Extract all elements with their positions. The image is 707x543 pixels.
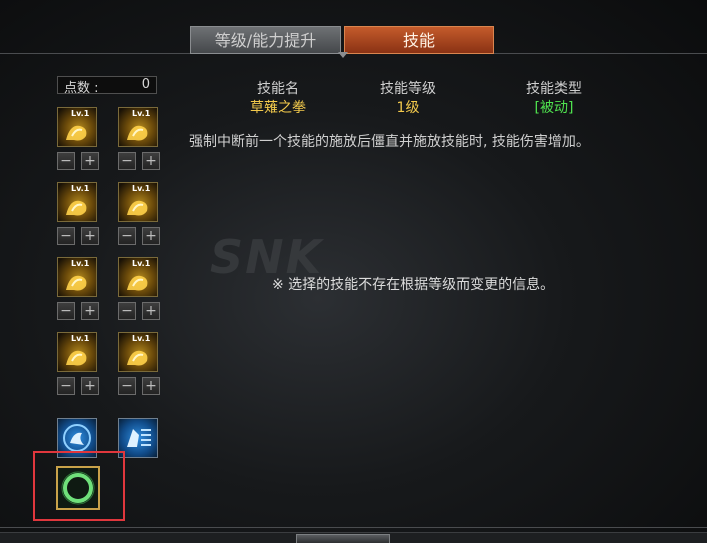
skill-points: 点数 : 0 [57, 76, 157, 96]
header-skill-type: 技能类型 [526, 81, 582, 97]
fist-skill-icon[interactable]: Lv.1 [118, 257, 158, 297]
skill-name-value: 草薙之拳 [250, 100, 306, 116]
skill-decrease-button[interactable]: − [118, 152, 136, 170]
skill-decrease-button[interactable]: − [118, 302, 136, 320]
header-skill-name: 技能名 [257, 81, 299, 97]
skill-points-label: 点数 : [64, 81, 99, 96]
skill-increase-button[interactable]: + [81, 377, 99, 395]
skill-decrease-button[interactable]: − [118, 377, 136, 395]
skill-increase-button[interactable]: + [81, 152, 99, 170]
skill-increase-button[interactable]: + [142, 302, 160, 320]
skill-increase-button[interactable]: + [81, 227, 99, 245]
skill-decrease-button[interactable]: − [118, 227, 136, 245]
tab-caret-icon [338, 52, 348, 58]
header-skill-level: 技能等级 [380, 81, 436, 97]
skill-increase-button[interactable]: + [81, 302, 99, 320]
selection-highlight [33, 451, 125, 521]
skill-increase-button[interactable]: + [142, 227, 160, 245]
bottom-button[interactable] [296, 534, 390, 543]
level-notice: ※ 选择的技能不存在根据等级而变更的信息。 [272, 277, 555, 293]
skill-decrease-button[interactable]: − [57, 302, 75, 320]
skill-type-value: [被动] [534, 100, 574, 116]
skill-increase-button[interactable]: + [142, 377, 160, 395]
skill-points-value: 0 [141, 77, 150, 92]
fist-skill-icon[interactable]: Lv.1 [118, 182, 158, 222]
tab-level-ability[interactable]: 等级/能力提升 [190, 26, 341, 54]
fist-skill-icon[interactable]: Lv.1 [57, 107, 97, 147]
fist-skill-icon[interactable]: Lv.1 [57, 257, 97, 297]
fist-skill-icon[interactable]: Lv.1 [57, 182, 97, 222]
skill-decrease-button[interactable]: − [57, 227, 75, 245]
tab-skills[interactable]: 技能 [344, 26, 494, 54]
skill-description: 强制中断前一个技能的施放后僵直并施放技能时, 技能伤害增加。 [189, 134, 590, 150]
fist-skill-icon[interactable]: Lv.1 [57, 332, 97, 372]
fist-skill-icon[interactable]: Lv.1 [118, 107, 158, 147]
skill-level-value: 1级 [396, 100, 420, 116]
bottom-divider [0, 527, 707, 528]
fist-skill-icon[interactable]: Lv.1 [118, 332, 158, 372]
skill-increase-button[interactable]: + [142, 152, 160, 170]
skill-decrease-button[interactable]: − [57, 377, 75, 395]
skill-decrease-button[interactable]: − [57, 152, 75, 170]
